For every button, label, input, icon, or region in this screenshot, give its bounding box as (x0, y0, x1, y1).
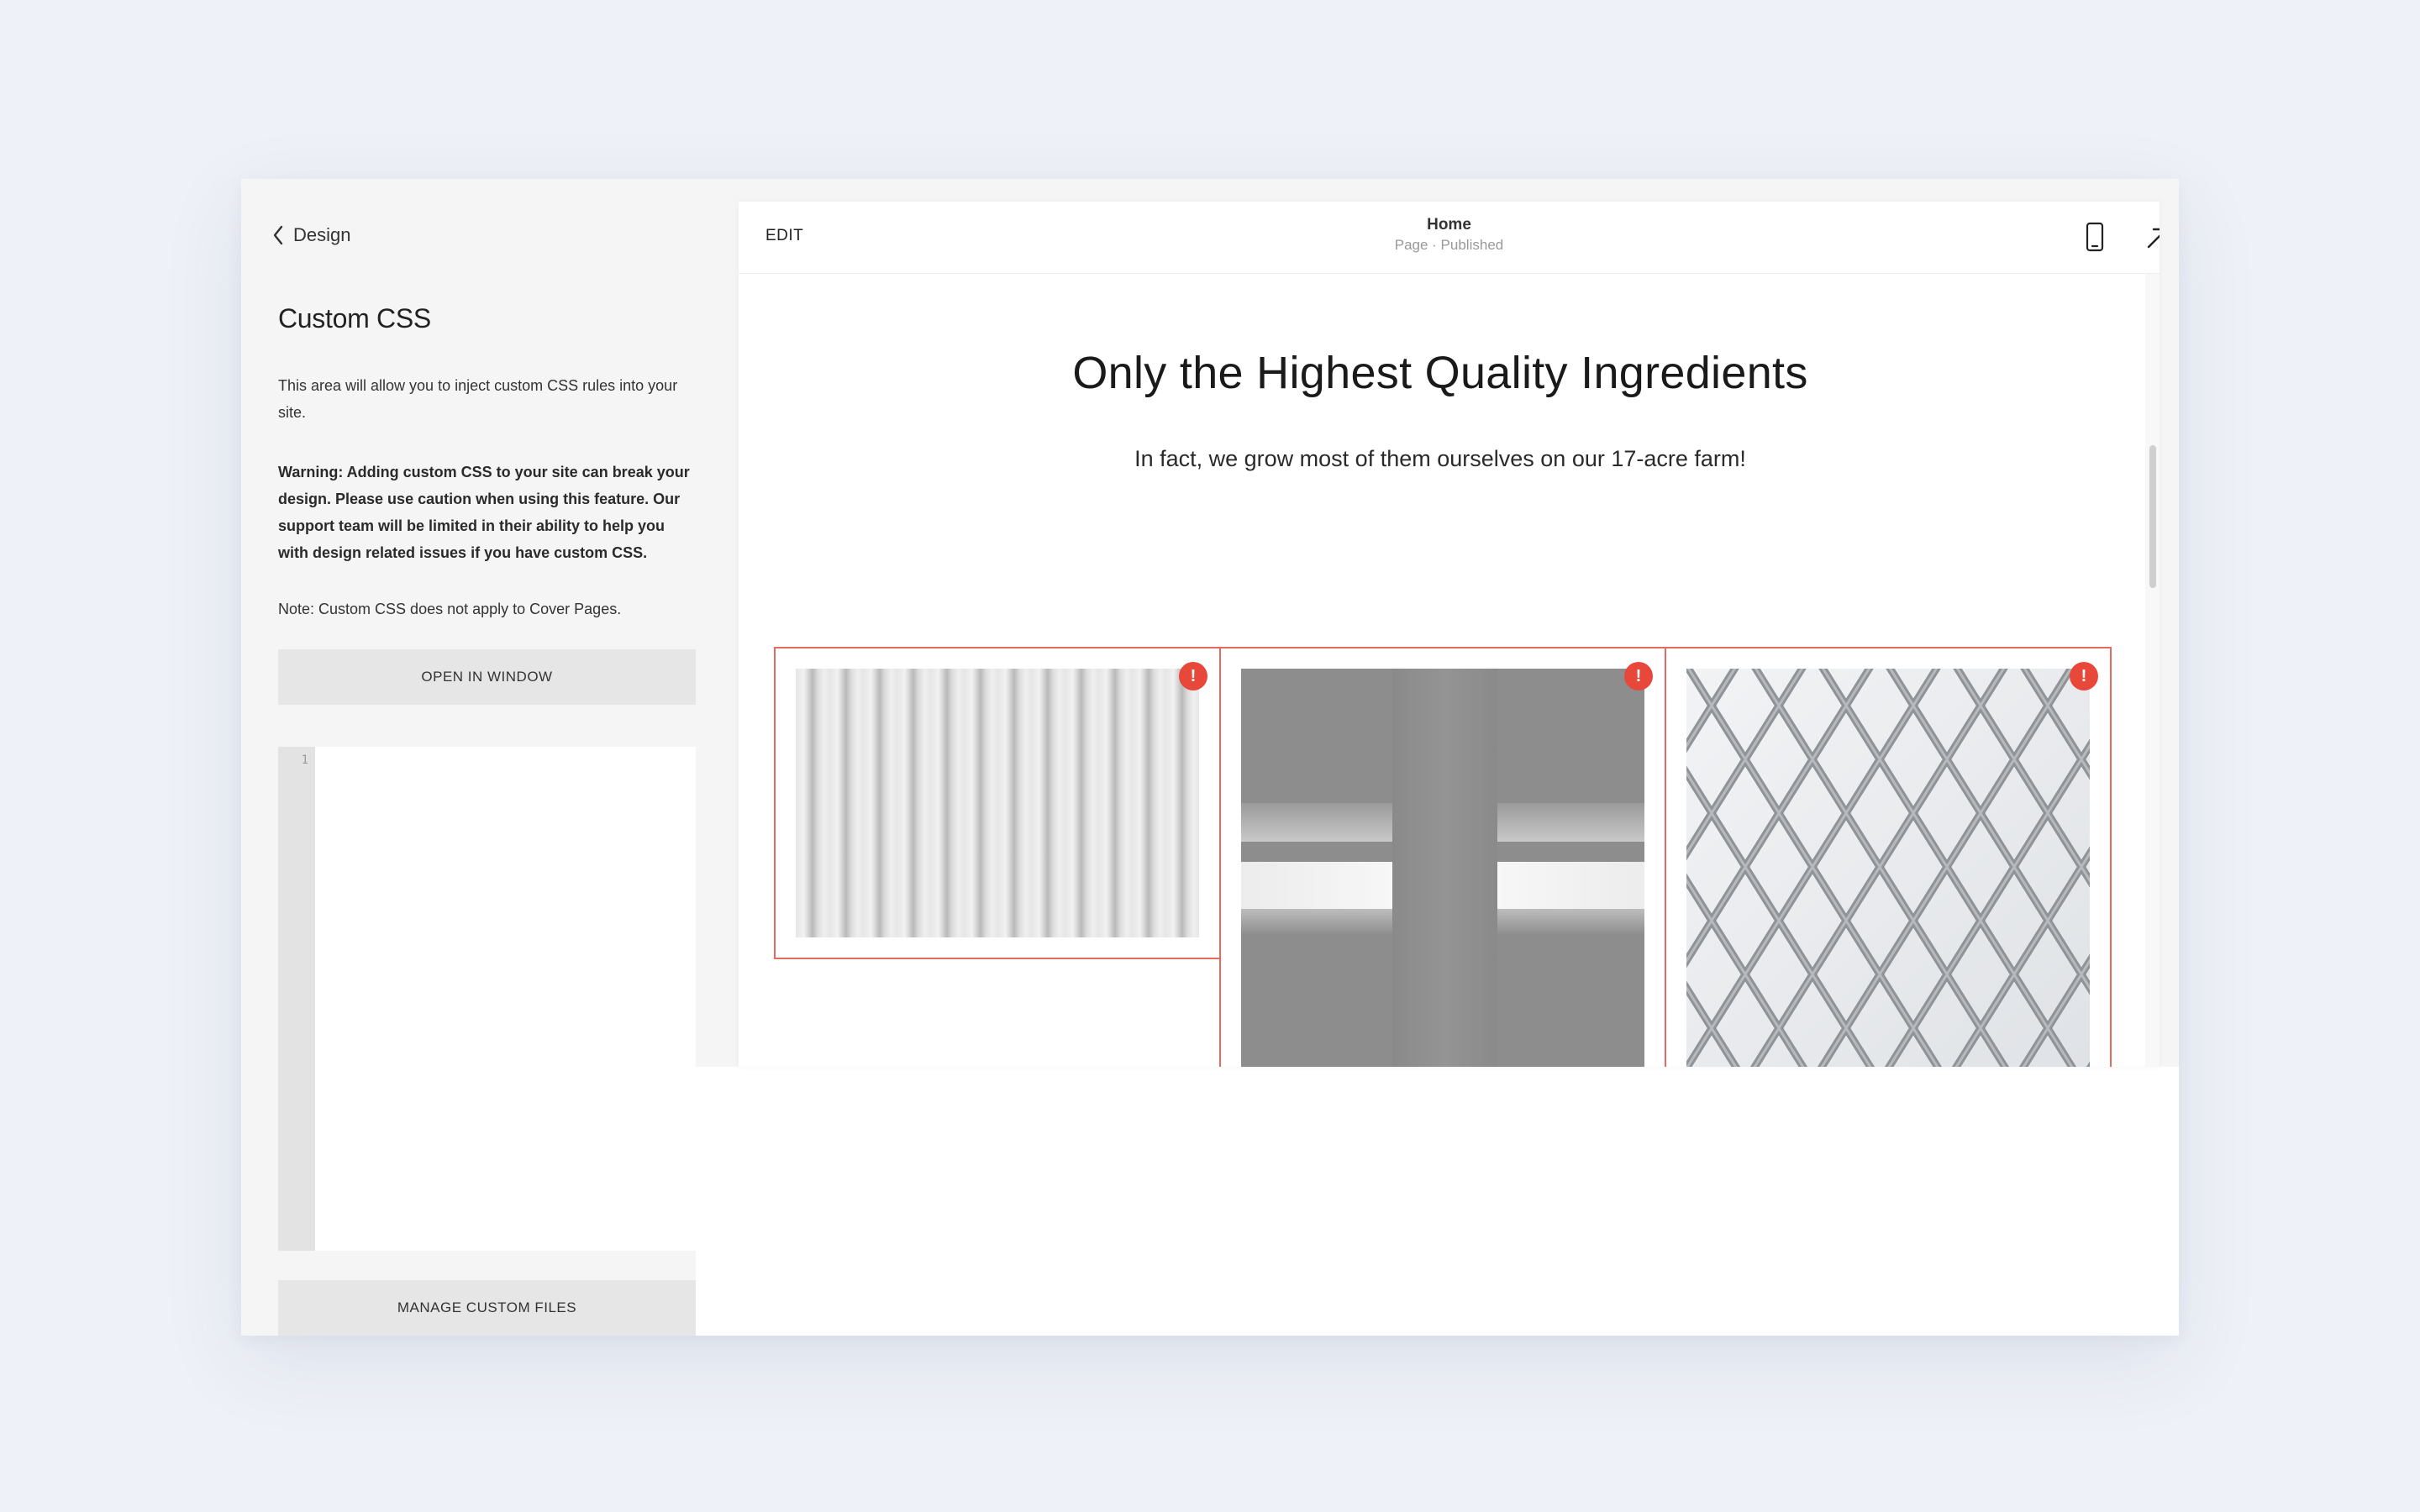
panel-title: Custom CSS (278, 303, 431, 333)
gallery-card-2[interactable]: ! (1219, 647, 1666, 1067)
site-preview-frame: EDIT Home Page · Published Only the High… (739, 202, 2160, 1067)
section-subhead: In fact, we grow most of them ourselves … (1134, 446, 1746, 471)
preview-scrollbar-thumb[interactable] (2149, 445, 2156, 588)
image-detail (1241, 862, 1392, 909)
warning-badge-icon[interactable]: ! (2070, 662, 2098, 690)
vertical-ribs-image (796, 669, 1199, 937)
panel-warning: Warning: Adding custom CSS to your site … (278, 464, 690, 561)
mobile-icon[interactable] (2084, 222, 2106, 252)
manage-custom-files-button[interactable]: MANAGE CUSTOM FILES (278, 1280, 696, 1336)
back-link-label: Design (293, 224, 351, 245)
custom-css-panel: Design Custom CSS This area will allow y… (241, 179, 696, 1336)
page-status: Page · Published (1394, 237, 1504, 253)
gallery-card-3[interactable]: ! (1665, 647, 2112, 1067)
preview-toolbar: EDIT Home Page · Published (739, 202, 2160, 274)
chevron-left-icon (273, 225, 283, 245)
panel-note: Note: Custom CSS does not apply to Cover… (278, 601, 622, 617)
lattice-pattern (1686, 669, 2090, 1067)
back-to-design-link[interactable]: Design (271, 224, 350, 246)
app-window: Design Custom CSS This area will allow y… (241, 179, 2179, 1336)
gray-architecture-image (1241, 669, 1644, 1067)
section-headline: Only the Highest Quality Ingredients (1072, 348, 1808, 398)
editor-gutter: 1 (278, 747, 315, 1251)
line-number: 1 (301, 753, 308, 767)
external-link-icon[interactable] (2144, 223, 2160, 252)
image-detail (1392, 669, 1497, 1067)
lattice-facade-image (1686, 669, 2090, 1067)
panel-description: This area will allow you to inject custo… (278, 377, 678, 421)
preview-scrollbar-track[interactable] (2145, 274, 2160, 1067)
warning-badge-icon[interactable]: ! (1179, 662, 1207, 690)
preview-bottom-area (696, 1067, 2179, 1336)
css-code-editor[interactable]: 1 (278, 747, 696, 1251)
page-info: Home Page · Published (739, 215, 2160, 255)
warning-badge-icon[interactable]: ! (1624, 662, 1653, 690)
open-in-window-button[interactable]: OPEN IN WINDOW (278, 649, 696, 705)
gallery-card-1[interactable]: ! (774, 647, 1221, 959)
page-name: Home (1427, 216, 1471, 234)
image-detail (1497, 862, 1644, 909)
